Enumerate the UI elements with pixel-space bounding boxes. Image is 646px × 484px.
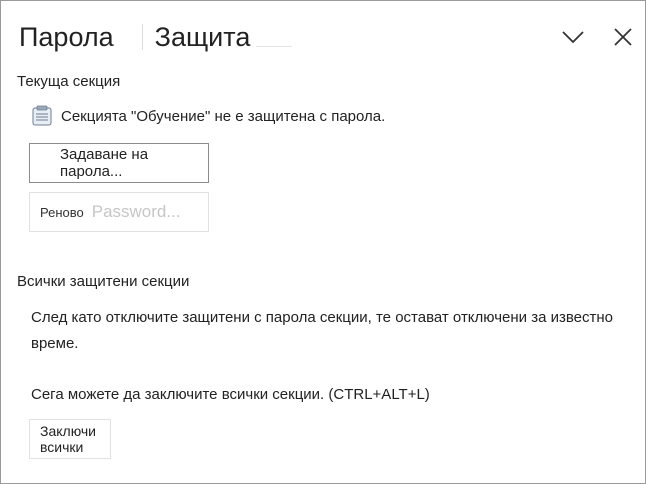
tab-password[interactable]: Парола — [19, 21, 114, 53]
unlock-description-line1: След като отключите защитени с парола се… — [31, 309, 613, 326]
collapse-pane-button[interactable] — [559, 23, 587, 51]
pane-tabs: Парола Защита — [19, 21, 293, 53]
current-section-heading: Текуща секция — [17, 73, 121, 90]
set-password-button[interactable]: Задаване на парола... — [29, 143, 209, 183]
close-icon — [614, 28, 632, 46]
unlock-description-line2: време. — [31, 335, 79, 352]
tab-protection[interactable]: Защита — [155, 21, 251, 53]
section-status-text: Секцията "Обучение" не е защитена с паро… — [61, 107, 386, 125]
close-pane-button[interactable] — [609, 23, 637, 51]
lock-all-button[interactable]: Заключи всички — [29, 419, 111, 459]
lock-hint-text: Сега можете да заключите всички секции. … — [31, 386, 430, 403]
protection-pane: Парола Защита Текуща секция Секцията "Об… — [0, 0, 646, 484]
section-status: Секцията "Обучение" не е защитена с паро… — [31, 105, 385, 127]
all-sections-heading: Всички защитени секции — [17, 273, 190, 290]
change-password-label: Реново — [40, 204, 84, 220]
tab-underline — [256, 45, 293, 47]
chevron-down-icon — [562, 31, 584, 44]
change-password-label-english: Password... — [91, 202, 181, 221]
section-page-icon — [32, 105, 52, 126]
change-password-button[interactable]: Реново Password... — [29, 192, 209, 232]
tab-divider — [141, 24, 143, 50]
